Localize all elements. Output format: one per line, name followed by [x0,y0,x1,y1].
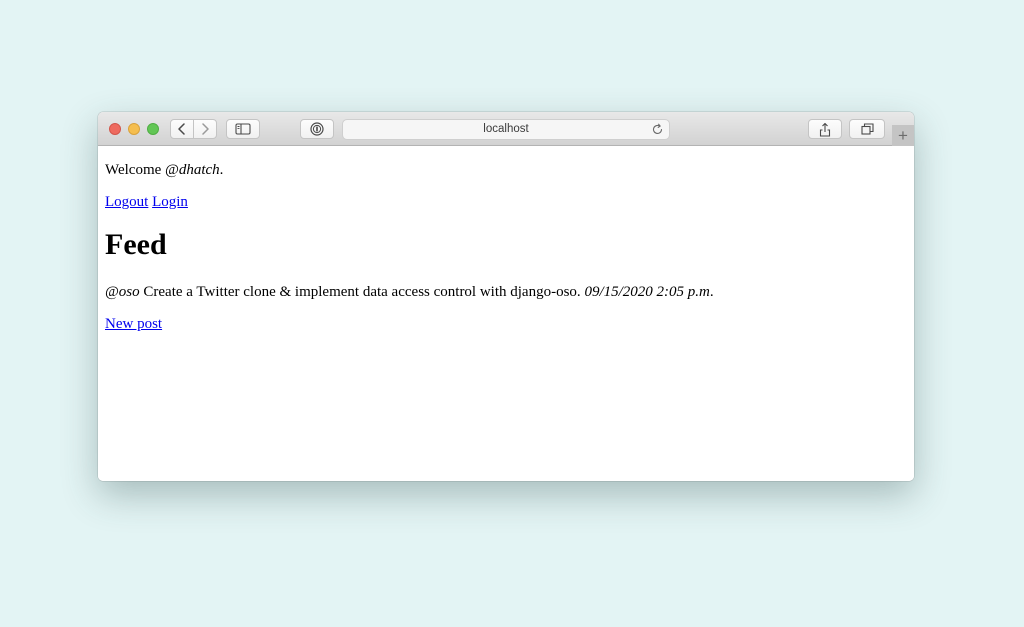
page-content: Welcome @dhatch. Logout Login Feed @oso … [98,147,914,481]
browser-window: localhost + Welcome @dhatch. Logout Logi… [98,112,914,481]
post-author: @oso [105,284,140,300]
new-post-link[interactable]: New post [105,316,162,332]
forward-button[interactable] [193,120,216,138]
sidebar-button[interactable] [226,119,260,139]
welcome-username: @dhatch [165,162,220,178]
chevron-right-icon [202,123,209,135]
password-manager-icon [310,122,324,136]
welcome-suffix: . [219,162,224,178]
address-bar[interactable]: localhost [342,119,670,140]
reload-icon[interactable] [651,123,664,136]
sidebar-icon [235,123,251,135]
password-manager-button[interactable] [300,119,334,139]
post-timestamp: 09/15/2020 2:05 p.m [584,284,710,300]
minimize-window-button[interactable] [128,123,140,135]
address-text: localhost [483,123,529,135]
login-link[interactable]: Login [152,194,188,210]
navigation-buttons [170,119,217,139]
share-icon [819,122,831,137]
logout-link[interactable]: Logout [105,194,148,210]
auth-links: Logout Login [105,193,188,211]
chevron-left-icon [178,123,185,135]
post-text: Create a Twitter clone & implement data … [139,284,585,300]
browser-toolbar: localhost + [98,112,914,146]
close-window-button[interactable] [109,123,121,135]
zoom-window-button[interactable] [147,123,159,135]
post-end: . [709,284,714,300]
new-tab-button[interactable]: + [892,125,914,146]
feed-post: @oso Create a Twitter clone & implement … [105,283,714,301]
welcome-prefix: Welcome [105,162,166,178]
page-title: Feed [105,228,167,261]
share-button[interactable] [808,119,842,139]
tabs-overview-button[interactable] [849,119,885,139]
back-button[interactable] [171,120,193,138]
tabs-overview-icon [860,123,874,135]
welcome-message: Welcome @dhatch. [105,161,223,179]
new-post-container: New post [105,315,162,333]
